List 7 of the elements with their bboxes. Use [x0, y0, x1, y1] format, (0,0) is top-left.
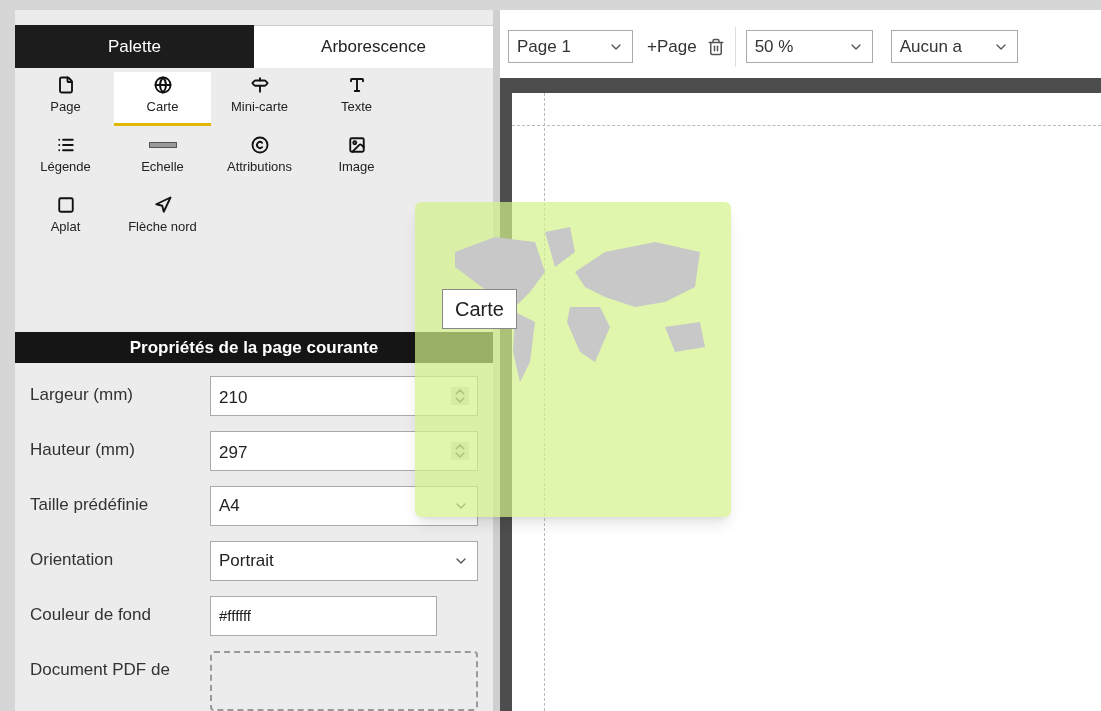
- drag-label: Carte: [442, 289, 517, 329]
- field-label: Document PDF de: [30, 659, 171, 681]
- field-label: Largeur (mm): [30, 384, 134, 406]
- field-label: Orientation: [30, 549, 115, 571]
- field-label: Hauteur (mm): [30, 439, 136, 461]
- field-label: Taille prédéfinie: [30, 494, 150, 516]
- field-label: Couleur de fond: [30, 604, 152, 626]
